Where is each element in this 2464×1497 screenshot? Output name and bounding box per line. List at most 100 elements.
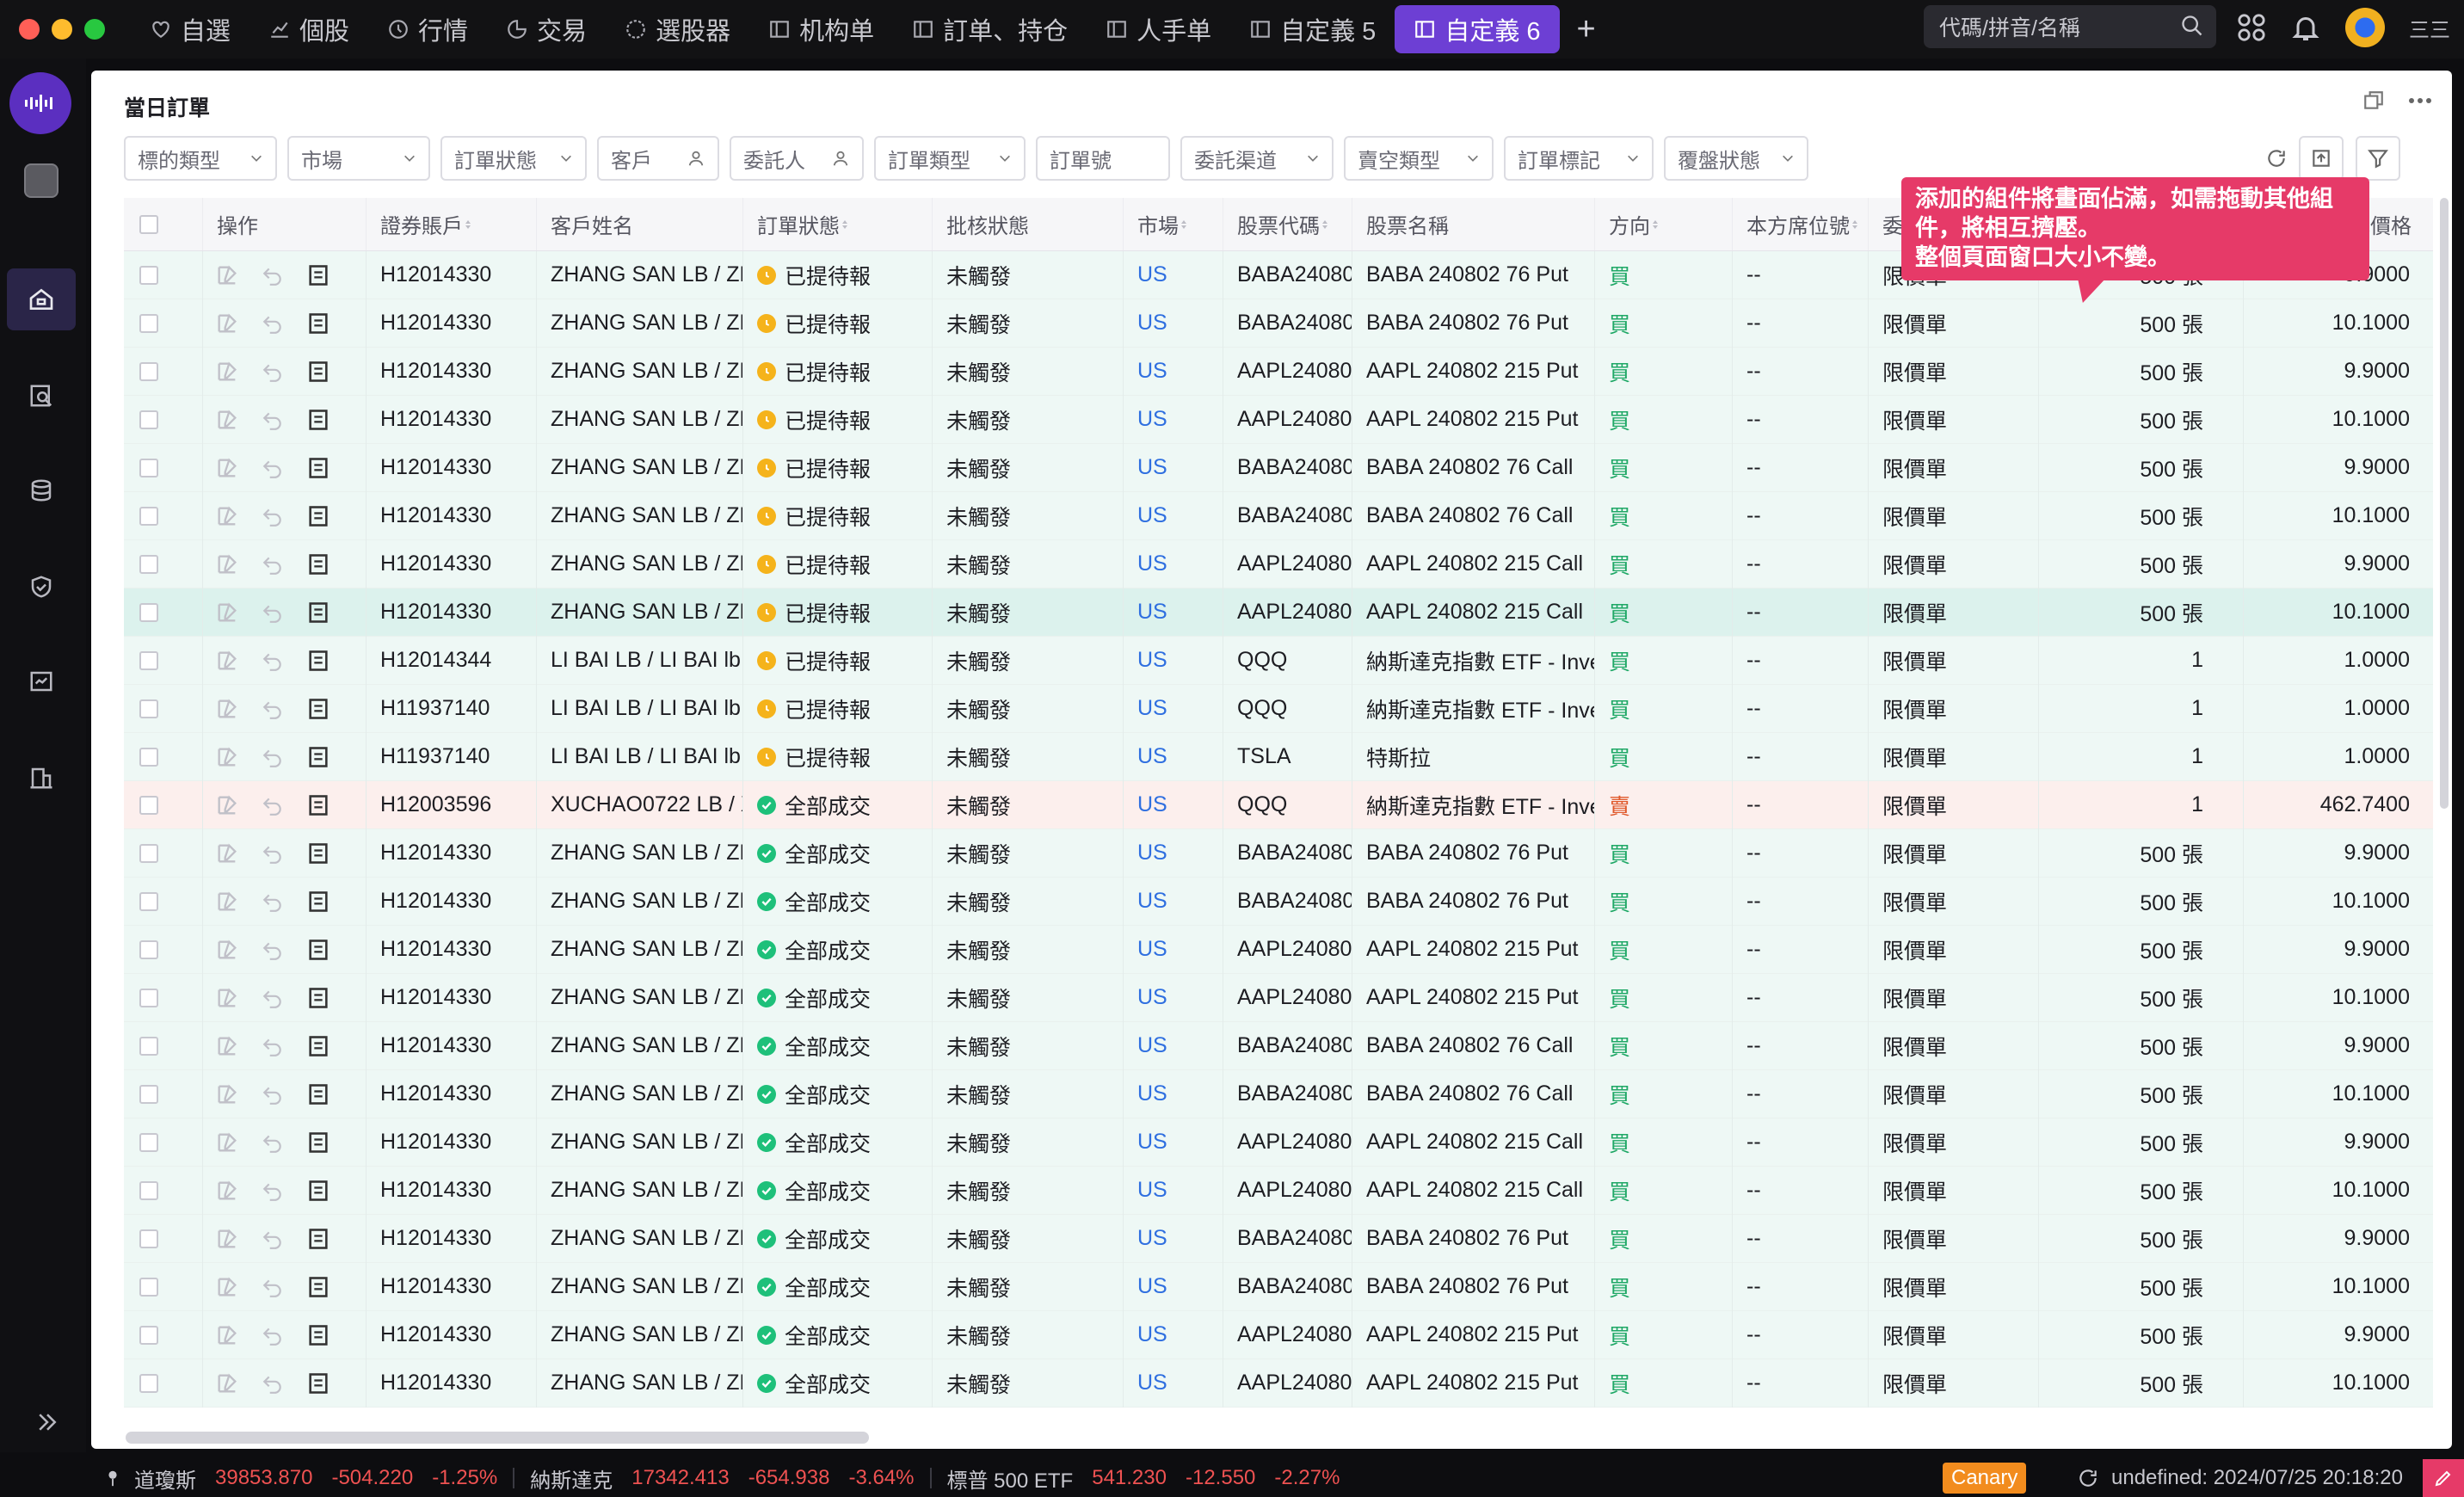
detail-icon[interactable] <box>306 504 330 528</box>
edit-icon[interactable] <box>215 552 239 576</box>
edit-icon[interactable] <box>215 311 239 336</box>
row-checkbox[interactable] <box>139 1084 158 1104</box>
minimize-window-button[interactable] <box>52 19 72 40</box>
table-row[interactable]: H12014330 ZHANG SAN LB / ZH 全部成交 未觸發 US BABA2… <box>124 829 2433 878</box>
table-row[interactable]: H12014330 ZHANG SAN LB / ZH 全部成交 未觸發 US BABA2… <box>124 877 2433 926</box>
detail-icon[interactable] <box>306 360 330 384</box>
edit-icon[interactable] <box>215 697 239 721</box>
filter-3[interactable]: 訂單狀態 <box>440 136 587 181</box>
edit-icon[interactable] <box>215 456 239 480</box>
edit-icon[interactable] <box>215 263 239 287</box>
row-checkbox[interactable] <box>139 650 158 670</box>
index-item[interactable]: 道瓊斯 39853.870 -504.220 -1.25% <box>134 1463 497 1494</box>
tab-7[interactable]: 訂单、持仓 <box>893 5 1087 53</box>
row-checkbox[interactable] <box>139 506 158 526</box>
row-checkbox[interactable] <box>139 891 158 911</box>
undo-icon[interactable] <box>262 1083 284 1106</box>
edit-icon[interactable] <box>215 841 239 866</box>
detail-icon[interactable] <box>306 1082 330 1106</box>
table-row[interactable]: H12014330 ZHANG SAN LB / ZH 全部成交 未觸發 US AAPL2… <box>124 1118 2433 1167</box>
export-button[interactable] <box>2299 136 2344 181</box>
edit-icon[interactable] <box>215 986 239 1010</box>
detail-icon[interactable] <box>306 697 330 721</box>
detail-icon[interactable] <box>306 552 330 576</box>
detail-icon[interactable] <box>306 793 330 817</box>
undo-icon[interactable] <box>262 1180 284 1202</box>
rail-database[interactable] <box>7 459 76 521</box>
table-row[interactable]: H12014330 ZHANG SAN LB / ZH 全部成交 未觸發 US AAPL2… <box>124 925 2433 974</box>
edit-icon[interactable] <box>215 408 239 432</box>
column-header-status[interactable]: 訂單狀態 <box>743 198 933 250</box>
row-checkbox[interactable] <box>139 1229 158 1248</box>
undo-icon[interactable] <box>262 601 284 624</box>
row-checkbox[interactable] <box>139 747 158 767</box>
table-row[interactable]: H12014330 ZHANG SAN LB / ZH 全部成交 未觸發 US BABA2… <box>124 1021 2433 1070</box>
undo-icon[interactable] <box>262 939 284 961</box>
detail-icon[interactable] <box>306 745 330 769</box>
undo-icon[interactable] <box>262 842 284 865</box>
bell-icon[interactable] <box>2290 12 2321 43</box>
table-row[interactable]: H12014330 ZHANG SAN LB / ZH 全部成交 未觸發 US AAPL2… <box>124 1166 2433 1215</box>
filter-7[interactable]: 訂單號 <box>1036 136 1170 181</box>
detail-icon[interactable] <box>306 841 330 866</box>
expand-sidebar-icon[interactable] <box>34 1409 60 1435</box>
close-window-button[interactable] <box>19 19 40 40</box>
app-thumbnail-icon[interactable] <box>24 163 59 198</box>
table-row[interactable]: H12014330 ZHANG SAN LB / ZH 全部成交 未觸發 US BABA2… <box>124 1069 2433 1118</box>
row-checkbox[interactable] <box>139 988 158 1007</box>
row-checkbox[interactable] <box>139 410 158 429</box>
avatar[interactable] <box>2345 8 2385 47</box>
filter-10[interactable]: 訂單標記 <box>1504 136 1654 181</box>
table-row[interactable]: H11937140 LI BAI LB / LI BAI lb 已提待報 未觸發 US T… <box>124 732 2433 781</box>
filter-8[interactable]: 委託渠道 <box>1180 136 1334 181</box>
table-row[interactable]: H12014330 ZHANG SAN LB / ZH 已提待報 未觸發 US AAPL2… <box>124 539 2433 588</box>
detail-icon[interactable] <box>306 938 330 962</box>
filter-11[interactable]: 覆盤狀態 <box>1664 136 1808 181</box>
table-row[interactable]: H12014330 ZHANG SAN LB / ZH 全部成交 未觸發 US AAPL2… <box>124 973 2433 1022</box>
undo-icon[interactable] <box>262 746 284 768</box>
edit-icon[interactable] <box>215 649 239 673</box>
rail-home[interactable] <box>7 268 76 330</box>
undo-icon[interactable] <box>262 650 284 672</box>
index-item[interactable]: 標普 500 ETF 541.230 -12.550 -2.27% <box>947 1463 1340 1494</box>
row-checkbox[interactable] <box>139 1180 158 1200</box>
filter-6[interactable]: 訂單類型 <box>874 136 1026 181</box>
vertical-scrollbar[interactable] <box>2440 198 2449 809</box>
detail-icon[interactable] <box>306 1130 330 1155</box>
undo-icon[interactable] <box>262 1276 284 1298</box>
row-checkbox[interactable] <box>139 1325 158 1345</box>
table-row[interactable]: H12003596 XUCHAO0722 LB / X 全部成交 未觸發 US QQQ 納斯… <box>124 780 2433 829</box>
search-input[interactable]: 代碼/拼音/名稱 <box>1924 5 2216 48</box>
add-tab-button[interactable]: + <box>1560 11 1613 48</box>
tab-3[interactable]: 行情 <box>368 5 487 53</box>
filter-5[interactable]: 委託人 <box>730 136 864 181</box>
undo-icon[interactable] <box>262 1131 284 1154</box>
detail-icon[interactable] <box>306 456 330 480</box>
tab-5[interactable]: 選股器 <box>606 5 749 53</box>
rail-search-report[interactable] <box>7 365 76 427</box>
edit-icon[interactable] <box>215 1275 239 1299</box>
filter-1[interactable]: 標的類型 <box>124 136 277 181</box>
edit-icon[interactable] <box>215 1323 239 1347</box>
detail-icon[interactable] <box>306 649 330 673</box>
edit-icon[interactable] <box>215 1082 239 1106</box>
detail-icon[interactable] <box>306 986 330 1010</box>
edit-icon[interactable] <box>215 745 239 769</box>
column-header-market[interactable]: 市場 <box>1124 198 1223 250</box>
row-checkbox[interactable] <box>139 313 158 333</box>
edit-icon[interactable] <box>215 601 239 625</box>
edit-icon[interactable] <box>215 1130 239 1155</box>
undo-icon[interactable] <box>262 987 284 1009</box>
more-icon[interactable] <box>2407 89 2433 112</box>
edit-icon[interactable] <box>215 504 239 528</box>
edit-icon[interactable] <box>215 360 239 384</box>
column-header-dir[interactable]: 方向 <box>1595 198 1733 250</box>
undo-icon[interactable] <box>262 360 284 383</box>
table-row[interactable]: H11937140 LI BAI LB / LI BAI lb 已提待報 未觸發 US Q… <box>124 684 2433 733</box>
undo-icon[interactable] <box>262 409 284 431</box>
edit-icon[interactable] <box>215 938 239 962</box>
undo-icon[interactable] <box>262 457 284 479</box>
table-row[interactable]: H12014330 ZHANG SAN LB / ZH 全部成交 未觸發 US AAPL2… <box>124 1358 2433 1408</box>
row-checkbox[interactable] <box>139 939 158 959</box>
row-checkbox[interactable] <box>139 1373 158 1393</box>
